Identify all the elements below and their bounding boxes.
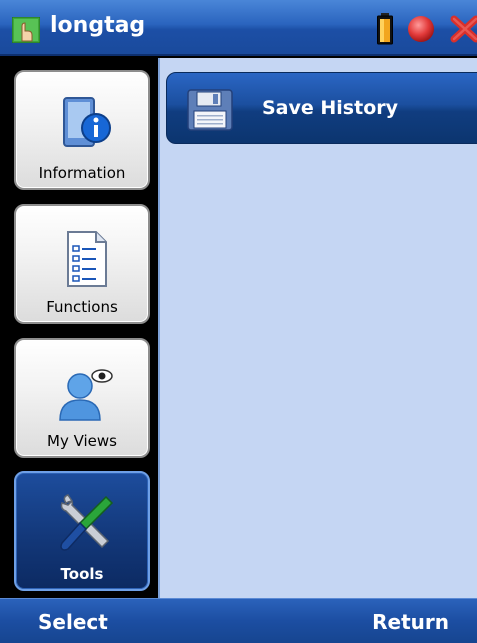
return-softkey[interactable]: Return [372, 610, 449, 634]
tools-icon [60, 494, 114, 551]
sidebar-item-my-views[interactable]: My Views [14, 338, 150, 458]
app-title: longtag [50, 13, 146, 38]
sidebar-item-information[interactable]: Information [14, 70, 150, 190]
sidebar-item-functions[interactable]: Functions [14, 204, 150, 324]
select-softkey[interactable]: Select [38, 610, 108, 634]
sidebar-item-label: My Views [47, 432, 117, 450]
sidebar-item-label: Tools [60, 565, 104, 583]
close-icon[interactable] [450, 15, 477, 43]
sidebar: Information Functions My Views Tools [0, 58, 158, 598]
app-icon [12, 17, 40, 43]
record-icon[interactable] [407, 15, 435, 43]
battery-icon [377, 13, 393, 45]
floppy-disk-icon [187, 89, 233, 131]
information-icon [63, 97, 111, 147]
save-history-item[interactable]: Save History [166, 72, 477, 144]
softkey-bar: Select Return [0, 598, 477, 643]
sidebar-item-label: Information [38, 164, 126, 182]
save-history-label: Save History [262, 97, 399, 119]
content-panel: Save History [158, 58, 477, 598]
title-bar: longtag [0, 0, 477, 56]
user-view-icon [59, 369, 113, 421]
sidebar-item-tools[interactable]: Tools [14, 471, 150, 591]
document-list-icon [67, 231, 107, 287]
sidebar-item-label: Functions [46, 298, 118, 316]
